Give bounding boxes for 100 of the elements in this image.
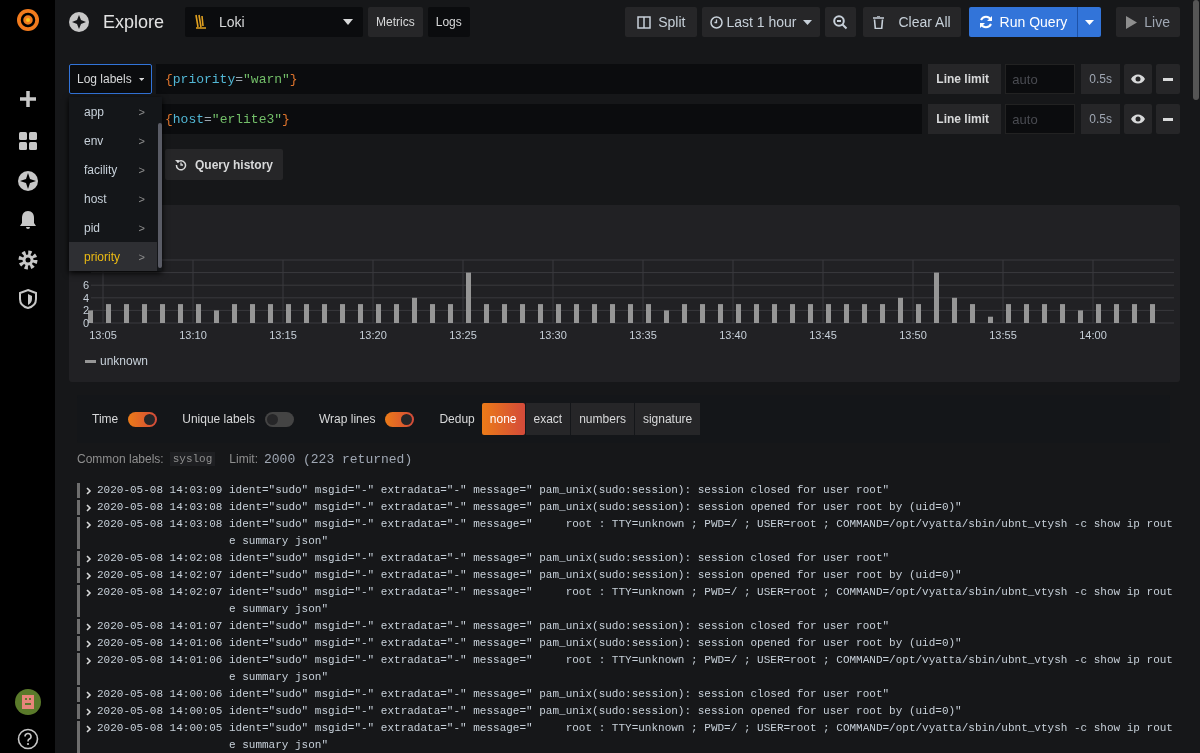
toggle-switch[interactable] — [264, 411, 294, 427]
minus-icon — [1163, 77, 1173, 81]
query-history-button[interactable]: Query history — [165, 149, 284, 180]
chart-bar — [412, 297, 417, 323]
chevron-icon[interactable] — [86, 657, 92, 665]
chart-bar — [880, 304, 885, 323]
chart-bar — [916, 304, 921, 323]
chart-bar — [718, 304, 723, 323]
toggle-switch[interactable] — [385, 411, 415, 427]
run-query-button[interactable]: Run Query — [968, 7, 1078, 37]
log-timestamp: 2020-05-08 14:03:08 — [97, 517, 223, 532]
label-menu-item[interactable]: app > — [69, 97, 157, 126]
datasource-select[interactable]: Loki — [185, 7, 364, 37]
dedup-option[interactable]: numbers — [571, 403, 634, 435]
chevron-icon[interactable] — [86, 708, 92, 716]
chart-bar — [1006, 304, 1011, 323]
dashboards-icon[interactable] — [16, 130, 39, 152]
chevron-icon[interactable] — [86, 725, 92, 733]
chevron-icon[interactable] — [86, 572, 92, 580]
axis-label: 13:05 — [89, 329, 117, 341]
mode-tab[interactable]: Metrics — [368, 7, 423, 37]
dedup-option[interactable]: signature — [634, 403, 701, 435]
chart-bar — [1096, 304, 1101, 323]
log-message: ident="sudo" msgid="-" extradata="-" message=" pam_unix(sudo:session): session closed for user root" — [229, 551, 891, 566]
toggle-visibility-button[interactable] — [1124, 64, 1152, 94]
time-range-picker[interactable]: Last 1 hour — [702, 7, 821, 37]
label-menu-item[interactable]: host > — [69, 184, 157, 213]
log-level-bar — [77, 517, 80, 549]
axis-label: 13:10 — [179, 329, 207, 341]
toggle-visibility-button[interactable] — [1124, 104, 1152, 134]
chart-bar — [574, 304, 579, 323]
log-level-bar — [77, 483, 80, 498]
chevron-icon[interactable] — [86, 555, 92, 563]
avatar-icon[interactable] — [14, 689, 41, 715]
scrollbar-thumb[interactable] — [158, 123, 162, 268]
chart-bar — [790, 304, 795, 323]
log-message: ident="sudo" msgid="-" extradata="-" message=" pam_unix(sudo:session): session opened for user root by (uid=0)" — [229, 704, 963, 719]
query-field[interactable]: {priority="warn"} — [156, 64, 923, 94]
chart-bar — [124, 304, 129, 323]
run-options-button[interactable] — [1077, 7, 1102, 37]
chart-bar — [142, 304, 147, 323]
query-duration: 0.5s — [1081, 64, 1120, 94]
chart-bar — [808, 304, 813, 323]
chevron-icon[interactable] — [86, 623, 92, 631]
label-menu-item[interactable]: pid > — [69, 213, 157, 242]
chevron-icon[interactable] — [86, 640, 92, 648]
toggle-label: Unique labels — [182, 412, 255, 426]
chart-bar — [610, 304, 615, 323]
query-duration: 0.5s — [1081, 104, 1120, 134]
label-menu-item[interactable]: facility > — [69, 155, 157, 184]
label-menu-item[interactable]: priority > — [69, 242, 157, 271]
chart-bar — [232, 304, 237, 323]
shield-icon[interactable] — [16, 288, 39, 310]
log-message: ident="sudo" msgid="-" extradata="-" message=" root : TTY=unknown ; PWD=/ ; USER=root ; COMMAND=/opt/vyatta/sbin/ubnt_vtysh -c show ip route summary json" — [229, 653, 1173, 685]
caret-icon — [343, 19, 354, 25]
compass-icon[interactable] — [16, 170, 39, 192]
refresh-icon — [978, 15, 993, 29]
chart-bar — [736, 304, 741, 323]
chart-bar — [754, 304, 759, 323]
log-labels-button[interactable]: Log labels — [69, 64, 152, 94]
log-level-bar — [77, 585, 80, 617]
chart-bar — [646, 304, 651, 323]
chart-bar — [664, 310, 669, 323]
axis-label: 13:15 — [269, 329, 297, 341]
chevron-icon[interactable] — [86, 521, 92, 529]
line-limit-field[interactable]: auto — [1005, 64, 1076, 94]
remove-query-button[interactable] — [1156, 64, 1180, 94]
chart-bar — [538, 304, 543, 323]
log-timestamp: 2020-05-08 14:03:08 — [97, 500, 223, 515]
log-level-bar — [77, 653, 80, 685]
minus-icon — [1163, 117, 1173, 121]
toggle-switch[interactable] — [128, 411, 158, 427]
page-title: Explore — [103, 11, 165, 33]
common-labels-label: Common labels: — [77, 452, 164, 466]
chevron-icon[interactable] — [86, 589, 92, 597]
compass-icon — [69, 12, 89, 32]
split-button[interactable]: Split — [625, 7, 698, 37]
gear-icon[interactable] — [16, 249, 39, 271]
line-limit-field[interactable]: auto — [1005, 104, 1076, 134]
label-menu-item[interactable]: env > — [69, 126, 157, 155]
zoom-out-button[interactable] — [825, 7, 857, 37]
remove-query-button[interactable] — [1156, 104, 1180, 134]
clock-icon — [710, 15, 724, 29]
mode-tab[interactable]: Logs — [427, 7, 470, 37]
live-button[interactable]: Live — [1116, 7, 1180, 37]
log-timestamp: 2020-05-08 14:01:07 — [97, 619, 223, 634]
clear-all-button[interactable]: Clear All — [863, 7, 961, 37]
log-message: ident="sudo" msgid="-" extradata="-" message=" pam_unix(sudo:session): session opened for user root by (uid=0)" — [229, 636, 963, 651]
legend-label[interactable]: unknown — [100, 354, 149, 368]
dedup-option[interactable]: exact — [525, 403, 571, 435]
chart-bar — [448, 304, 453, 323]
scrollbar-thumb[interactable] — [1193, 0, 1199, 100]
chevron-icon[interactable] — [86, 487, 92, 495]
chart-bar — [376, 304, 381, 323]
logo-icon[interactable] — [14, 7, 41, 33]
chevron-icon[interactable] — [86, 504, 92, 512]
dedup-option[interactable]: none — [481, 403, 525, 435]
help-icon[interactable] — [16, 728, 39, 750]
chart-bar — [1024, 304, 1029, 323]
chevron-icon[interactable] — [86, 691, 92, 699]
